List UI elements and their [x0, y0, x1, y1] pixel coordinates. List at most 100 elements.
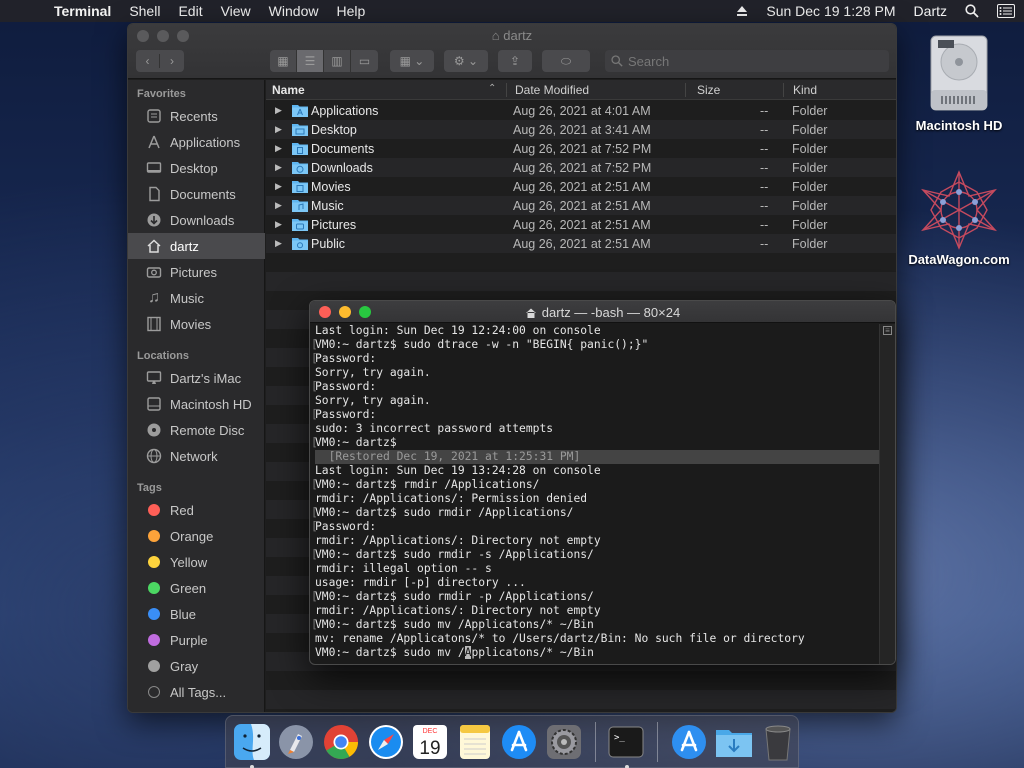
gallery-view-icon[interactable]: ▭: [351, 50, 378, 72]
sidebar-item-dartzs-imac[interactable]: Dartz's iMac: [128, 365, 265, 391]
terminal-scrollbar[interactable]: ≡: [879, 324, 895, 664]
share-button[interactable]: ⇪: [498, 50, 532, 72]
sidebar-item-remote-disc[interactable]: Remote Disc: [128, 417, 265, 443]
dock-trash[interactable]: [758, 722, 798, 762]
menu-help[interactable]: Help: [327, 3, 374, 19]
file-row-music[interactable]: ▶ Music Aug 26, 2021 at 2:51 AM -- Folde…: [266, 196, 896, 215]
sidebar-tag-blue[interactable]: Blue: [128, 601, 265, 627]
back-forward-buttons: ‹ ›: [136, 50, 184, 72]
file-row-public[interactable]: ▶ Public Aug 26, 2021 at 2:51 AM -- Fold…: [266, 234, 896, 253]
forward-icon[interactable]: ›: [160, 54, 184, 68]
sidebar-tag-all[interactable]: All Tags...: [128, 679, 265, 705]
sidebar-tag-red[interactable]: Red: [128, 497, 265, 523]
terminal-line: Password:: [311, 352, 891, 366]
disclosure-triangle-icon[interactable]: ▶: [275, 143, 282, 154]
sidebar-item-label: Recents: [170, 108, 218, 124]
menu-shell[interactable]: Shell: [120, 3, 169, 19]
dock-applications-folder[interactable]: [669, 722, 709, 762]
action-button[interactable]: ⚙ ⌄: [444, 50, 488, 72]
sidebar-item-recents[interactable]: Recents: [128, 103, 265, 129]
terminal-prompt-line[interactable]: VM0:~ dartz$ sudo mv /Applicatons/* ~/Bi…: [315, 646, 879, 660]
spotlight-icon[interactable]: [956, 4, 988, 18]
column-header-name[interactable]: Name: [272, 83, 305, 97]
sidebar-item-dartz[interactable]: dartz: [128, 233, 265, 259]
file-size: --: [760, 217, 769, 232]
dock-safari[interactable]: [366, 722, 406, 762]
sidebar-item-applications[interactable]: Applications: [128, 129, 265, 155]
file-row-applications[interactable]: ▶ Applications Aug 26, 2021 at 4:01 AM -…: [266, 101, 896, 120]
imac-icon: [145, 369, 163, 387]
search-input[interactable]: Search: [605, 50, 889, 72]
notification-center-icon[interactable]: [988, 4, 1024, 18]
column-header-size[interactable]: Size: [697, 83, 720, 97]
sidebar-item-network[interactable]: Network: [128, 443, 265, 469]
sidebar-tag-purple[interactable]: Purple: [128, 627, 265, 653]
column-view-icon[interactable]: ▥: [324, 50, 351, 72]
sidebar-item-music[interactable]: ♫ Music: [128, 285, 265, 311]
sidebar-locations-header: Locations: [137, 350, 189, 362]
column-header-date[interactable]: Date Modified: [515, 83, 589, 97]
file-row-pictures[interactable]: ▶ Pictures Aug 26, 2021 at 2:51 AM -- Fo…: [266, 215, 896, 234]
sidebar-tag-green[interactable]: Green: [128, 575, 265, 601]
menu-view[interactable]: View: [212, 3, 260, 19]
sidebar-tag-orange[interactable]: Orange: [128, 523, 265, 549]
disclosure-triangle-icon[interactable]: ▶: [275, 219, 282, 230]
folder-icon: [292, 162, 308, 174]
back-icon[interactable]: ‹: [136, 54, 160, 68]
disclosure-triangle-icon[interactable]: ▶: [275, 105, 282, 116]
terminal-line: Password:: [311, 380, 891, 394]
dock-finder[interactable]: [232, 722, 272, 768]
menu-clock[interactable]: Sun Dec 19 1:28 PM: [757, 3, 904, 19]
sidebar-item-pictures[interactable]: Pictures: [128, 259, 265, 285]
list-view-icon[interactable]: ☰: [297, 50, 324, 72]
sidebar-item-documents[interactable]: Documents: [128, 181, 265, 207]
film-icon: [145, 315, 163, 333]
menu-app-name[interactable]: Terminal: [38, 3, 120, 19]
group-button[interactable]: ▦ ⌄: [390, 50, 434, 72]
file-date: Aug 26, 2021 at 7:52 PM: [513, 160, 652, 175]
desktop-icon-macintosh-hd[interactable]: Macintosh HD: [904, 30, 1014, 133]
dock-calendar[interactable]: DEC 19: [410, 722, 450, 762]
finder-toolbar: ⌂ dartz ‹ › ▦ ☰ ▥ ▭ ▦ ⌄ ⚙ ⌄ ⇪ ⬭ Search: [128, 24, 896, 79]
disclosure-triangle-icon[interactable]: ▶: [275, 238, 282, 249]
file-row-downloads[interactable]: ▶ Downloads Aug 26, 2021 at 7:52 PM -- F…: [266, 158, 896, 177]
sidebar-item-downloads[interactable]: Downloads: [128, 207, 265, 233]
disclosure-triangle-icon[interactable]: ▶: [275, 200, 282, 211]
dock-system-preferences[interactable]: [544, 722, 584, 762]
column-header-kind[interactable]: Kind: [793, 83, 817, 97]
desktop-icon-datawagon[interactable]: DataWagon.com: [904, 168, 1014, 267]
menu-edit[interactable]: Edit: [169, 3, 211, 19]
menu-user[interactable]: Dartz: [905, 3, 956, 19]
sidebar-item-desktop[interactable]: Desktop: [128, 155, 265, 181]
scroll-toggle-icon[interactable]: ≡: [883, 326, 892, 335]
sidebar-tag-yellow[interactable]: Yellow: [128, 549, 265, 575]
file-row-desktop[interactable]: ▶ Desktop Aug 26, 2021 at 3:41 AM -- Fol…: [266, 120, 896, 139]
sidebar-item-label: Yellow: [170, 554, 208, 570]
dock-downloads-folder[interactable]: [714, 722, 754, 762]
dock-chrome[interactable]: [321, 722, 361, 762]
eject-icon[interactable]: [727, 5, 757, 17]
sidebar-item-macintosh-hd[interactable]: Macintosh HD: [128, 391, 265, 417]
icon-view-icon[interactable]: ▦: [270, 50, 297, 72]
file-kind: Folder: [792, 141, 828, 156]
menu-window[interactable]: Window: [260, 3, 328, 19]
hard-drive-icon: [930, 35, 988, 111]
terminal-line: VM0:~ dartz$: [311, 436, 891, 450]
dock-launchpad[interactable]: [277, 722, 317, 762]
dock-app-store[interactable]: [499, 722, 539, 762]
dock-notes[interactable]: [455, 722, 495, 762]
terminal-output[interactable]: Last login: Sun Dec 19 12:24:00 on conso…: [310, 324, 893, 664]
disclosure-triangle-icon[interactable]: ▶: [275, 181, 282, 192]
file-row-documents[interactable]: ▶ Documents Aug 26, 2021 at 7:52 PM -- F…: [266, 139, 896, 158]
sidebar-item-movies[interactable]: Movies: [128, 311, 265, 337]
file-date: Aug 26, 2021 at 2:51 AM: [513, 198, 651, 213]
file-row-movies[interactable]: ▶ Movies Aug 26, 2021 at 2:51 AM -- Fold…: [266, 177, 896, 196]
tag-button[interactable]: ⬭: [542, 50, 590, 72]
dock-terminal[interactable]: >_: [607, 722, 647, 768]
terminal-line: Password:: [311, 520, 891, 534]
sidebar-item-label: Dartz's iMac: [170, 370, 242, 386]
sidebar-tag-gray[interactable]: Gray: [128, 653, 265, 679]
terminal-window: dartz — -bash — 80×24 Last login: Sun De…: [309, 300, 896, 665]
disclosure-triangle-icon[interactable]: ▶: [275, 124, 282, 135]
disclosure-triangle-icon[interactable]: ▶: [275, 162, 282, 173]
